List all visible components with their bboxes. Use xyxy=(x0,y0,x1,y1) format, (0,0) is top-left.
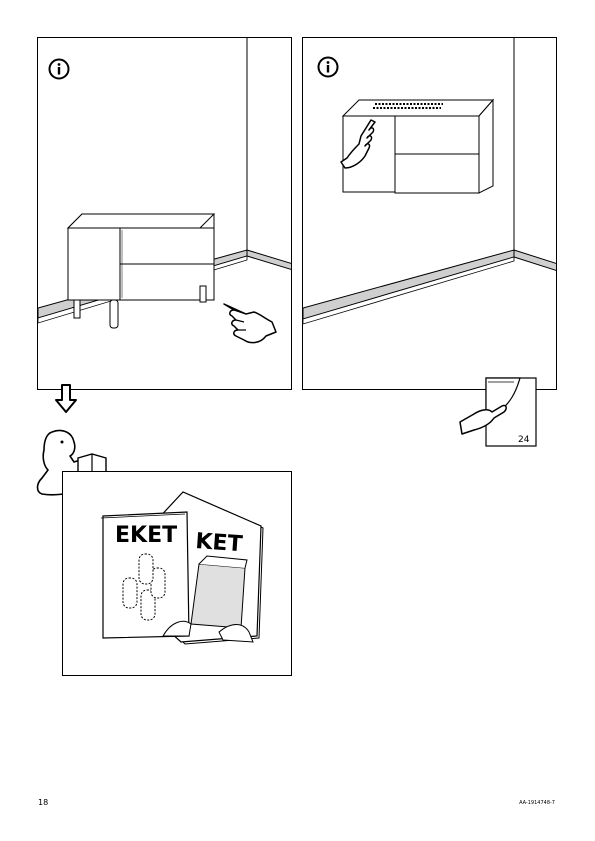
booklet-left: EKET xyxy=(100,511,192,639)
cabinet-drawing xyxy=(66,213,216,329)
booklet-right-title: KET xyxy=(195,529,244,557)
down-arrow-icon xyxy=(55,384,77,413)
pointing-hand-icon xyxy=(223,303,277,344)
booklets-illustration: KET EKET xyxy=(100,491,264,645)
wall-cabinet-panel xyxy=(302,37,557,390)
reading-panel: KET EKET xyxy=(62,471,292,676)
booklet-left-title: EKET xyxy=(115,523,177,548)
info-icon xyxy=(317,56,339,78)
article-code: AA-1914748-7 xyxy=(519,800,555,806)
page-reference-number: 24 xyxy=(518,435,530,445)
wall-cabinet-illustration xyxy=(303,38,556,325)
info-icon xyxy=(48,58,70,80)
page-turn-hand-icon: 24 xyxy=(459,377,537,447)
page-reference: 24 xyxy=(458,376,538,448)
pointing-hand-icon xyxy=(340,119,376,169)
page-number: 18 xyxy=(38,798,49,807)
floor-cabinet-panel xyxy=(37,37,292,390)
